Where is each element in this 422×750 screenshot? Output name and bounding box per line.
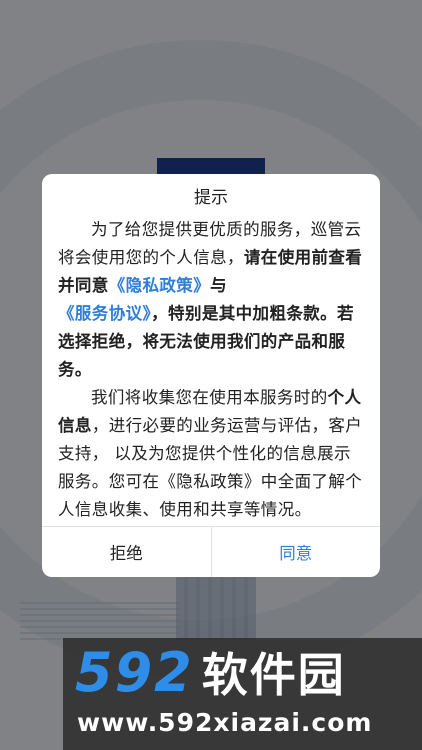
privacy-paragraph-1: 为了给您提供更优质的服务，巡管云将会使用您的个人信息，请在使用前查看并同意《隐私… [58,216,364,384]
watermark-url: www.592xiazai.com [77,708,373,737]
para2-text-rest: ，进行必要的业务运营与评估，客户支持， 以及为您提供个性化的信息展示服务。您可在… [58,416,363,519]
para1-text-and: 与 [210,276,228,295]
dialog-body: 为了给您提供更优质的服务，巡管云将会使用您的个人信息，请在使用前查看并同意《隐私… [58,216,364,524]
dialog-footer: 拒绝 同意 [42,526,380,577]
service-agreement-link[interactable]: 《服务协议》 [58,304,151,323]
privacy-dialog: 提示 为了给您提供更优质的服务，巡管云将会使用您的个人信息，请在使用前查看并同意… [42,174,380,577]
site-watermark: 592 软件园 www.592xiazai.com [63,638,422,750]
watermark-name: 软件园 [201,648,346,702]
privacy-paragraph-2: 我们将收集您在使用本服务时的个人信息，进行必要的业务运营与评估，客户支持， 以及… [58,384,364,524]
dialog-title: 提示 [194,188,228,208]
agree-button[interactable]: 同意 [212,527,381,577]
app-screen: 提示 为了给您提供更优质的服务，巡管云将会使用您的个人信息，请在使用前查看并同意… [0,0,422,750]
watermark-logo: 592 软件园 [75,640,346,704]
para2-text-normal: 我们将收集您在使用本服务时的 [91,388,328,407]
privacy-policy-link[interactable]: 《隐私政策》 [109,276,210,295]
watermark-number: 592 [75,640,194,704]
reject-button[interactable]: 拒绝 [42,527,212,577]
